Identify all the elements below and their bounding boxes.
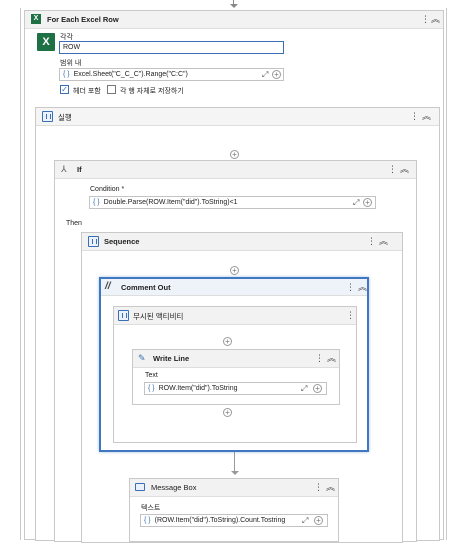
sequence-header[interactable]: Sequence ⋮ ︽ [82, 233, 402, 251]
for-each-collapse-icon[interactable]: ︽ [431, 14, 440, 24]
sequence-menu-icon[interactable]: ⋮ [367, 236, 376, 246]
then-label: Then [66, 220, 82, 227]
ignored-sequence-icon [118, 310, 129, 321]
write-line-header[interactable]: ✎ Write Line ⋮ ︽ [133, 350, 339, 368]
message-box-add-icon[interactable]: + [314, 516, 323, 525]
message-box-menu-icon[interactable]: ⋮ [314, 482, 323, 492]
condition-brace-icon: { } [93, 199, 100, 206]
comment-out-menu-icon[interactable]: ⋮ [346, 282, 355, 292]
range-label: 범위 내 [60, 60, 82, 67]
for-each-title: For Each Excel Row [47, 15, 119, 24]
write-line-text-value: ROW.Item("did").ToString [158, 385, 238, 392]
message-box-activity[interactable]: Message Box ⋮ ︽ 텍스트 { } (ROW.Item("did").… [129, 478, 339, 542]
write-line-brace-icon: { } [148, 385, 155, 392]
body-add-activity-icon[interactable]: + [230, 150, 239, 159]
for-each-menu-icon[interactable]: ⋮ [421, 14, 430, 24]
condition-expand-icon[interactable]: ⤢ [353, 198, 359, 208]
connector-arrow-icon [231, 452, 239, 476]
message-box-text-input[interactable]: { } (ROW.Item("did").ToString).Count.Tost… [140, 514, 328, 527]
write-line-title: Write Line [153, 354, 190, 363]
comment-out-collapse-icon[interactable]: ︽ [358, 282, 367, 292]
excel-icon: X [31, 14, 41, 24]
range-input[interactable]: { } Excel.Sheet("C_C_C").Range("C:C") ⤢ + [59, 68, 284, 81]
if-collapse-icon[interactable]: ︽ [400, 164, 409, 174]
write-line-add-icon[interactable]: + [313, 384, 322, 393]
ignored-menu-icon[interactable]: ⋮ [346, 310, 355, 320]
ignored-title: 무시된 액티비티 [133, 312, 184, 321]
write-line-menu-icon[interactable]: ⋮ [315, 353, 324, 363]
write-line-text-label: Text [145, 372, 158, 379]
excel-large-icon: X [37, 33, 55, 51]
message-box-text-label: 텍스트 [141, 505, 161, 512]
write-line-pen-icon: ✎ [138, 353, 146, 363]
if-branch-icon: ⅄ [61, 164, 67, 174]
body-title: 실행 [58, 113, 72, 122]
for-each-excel-row-activity[interactable]: X For Each Excel Row ⋮ ︽ X 각각 ROW 범위 내 {… [24, 10, 444, 543]
sequence-add-activity-icon[interactable]: + [230, 266, 239, 275]
item-input[interactable]: ROW [59, 41, 284, 54]
condition-label: Condition * [90, 186, 125, 193]
for-each-header[interactable]: X For Each Excel Row ⋮ ︽ [25, 11, 443, 29]
message-box-title: Message Box [151, 483, 197, 492]
message-box-collapse-icon[interactable]: ︽ [326, 482, 335, 492]
comment-out-title: Comment Out [121, 283, 171, 292]
range-input-value: Excel.Sheet("C_C_C").Range("C:C") [73, 71, 188, 78]
left-guide-line [20, 8, 21, 540]
right-guide-line [446, 8, 447, 540]
if-menu-icon[interactable]: ⋮ [388, 164, 397, 174]
body-menu-icon[interactable]: ⋮ [410, 111, 419, 121]
write-line-activity[interactable]: ✎ Write Line ⋮ ︽ Text { } ROW.Item("did")… [132, 349, 340, 405]
save-each-row-checkbox[interactable] [107, 85, 116, 94]
sequence-collapse-icon[interactable]: ︽ [379, 236, 388, 246]
ignored-header[interactable]: 무시된 액티비티 ⋮ [114, 307, 356, 325]
message-box-icon [135, 483, 145, 491]
message-box-text-value: (ROW.Item("did").ToString).Count.Tostrin… [154, 517, 286, 524]
comment-out-header[interactable]: // Comment Out ⋮ ︽ [101, 279, 367, 296]
range-expand-icon[interactable]: ⤢ [262, 70, 268, 80]
body-sequence-icon [42, 111, 53, 122]
condition-input-value: Double.Parse(ROW.Item("did").ToString)<1 [103, 199, 238, 206]
message-box-expand-icon[interactable]: ⤢ [302, 516, 308, 526]
write-line-text-input[interactable]: { } ROW.Item("did").ToString ⤢ + [144, 382, 327, 395]
sequence-activity[interactable]: Sequence ⋮ ︽ + // Comment Out ⋮ ︽ 무시된 액티… [81, 232, 403, 543]
range-add-icon[interactable]: + [272, 70, 281, 79]
sequence-title: Sequence [104, 237, 140, 246]
write-line-expand-icon[interactable]: ⤢ [301, 384, 307, 394]
ignored-add-activity-icon[interactable]: + [223, 337, 232, 346]
range-brace-icon: { } [63, 71, 70, 78]
if-header[interactable]: ⅄ If ⋮ ︽ [55, 161, 416, 179]
if-activity[interactable]: ⅄ If ⋮ ︽ Condition * { } Double.Parse(ROW… [54, 160, 417, 543]
message-box-brace-icon: { } [144, 517, 151, 524]
comment-slash-icon: // [105, 281, 111, 292]
condition-input[interactable]: { } Double.Parse(ROW.Item("did").ToString… [89, 196, 376, 209]
write-line-collapse-icon[interactable]: ︽ [327, 353, 336, 363]
write-line-after-add-icon[interactable]: + [223, 408, 232, 417]
ignored-activities-container[interactable]: 무시된 액티비티 ⋮ + ✎ Write Line ⋮ ︽ Text {} R… [113, 306, 357, 443]
include-header-label: 헤더 포함 [73, 88, 101, 95]
message-box-header[interactable]: Message Box ⋮ ︽ [130, 479, 338, 497]
if-title: If [77, 165, 82, 174]
comment-out-activity[interactable]: // Comment Out ⋮ ︽ 무시된 액티비티 ⋮ + ✎ Write … [99, 277, 369, 452]
body-container[interactable]: 실행 ⋮ ︽ + ⅄ If ⋮ ︽ Condition * { } Double.… [35, 107, 440, 543]
item-input-value: ROW [63, 44, 81, 51]
save-each-row-label: 각 행 자체로 저장하기 [120, 88, 184, 95]
body-header[interactable]: 실행 ⋮ ︽ [36, 108, 439, 126]
body-collapse-icon[interactable]: ︽ [422, 111, 431, 121]
sequence-icon [88, 236, 99, 247]
include-header-checkbox[interactable]: ✓ [60, 85, 69, 94]
condition-add-icon[interactable]: + [363, 198, 372, 207]
top-connector-arrow-icon [230, 0, 238, 9]
